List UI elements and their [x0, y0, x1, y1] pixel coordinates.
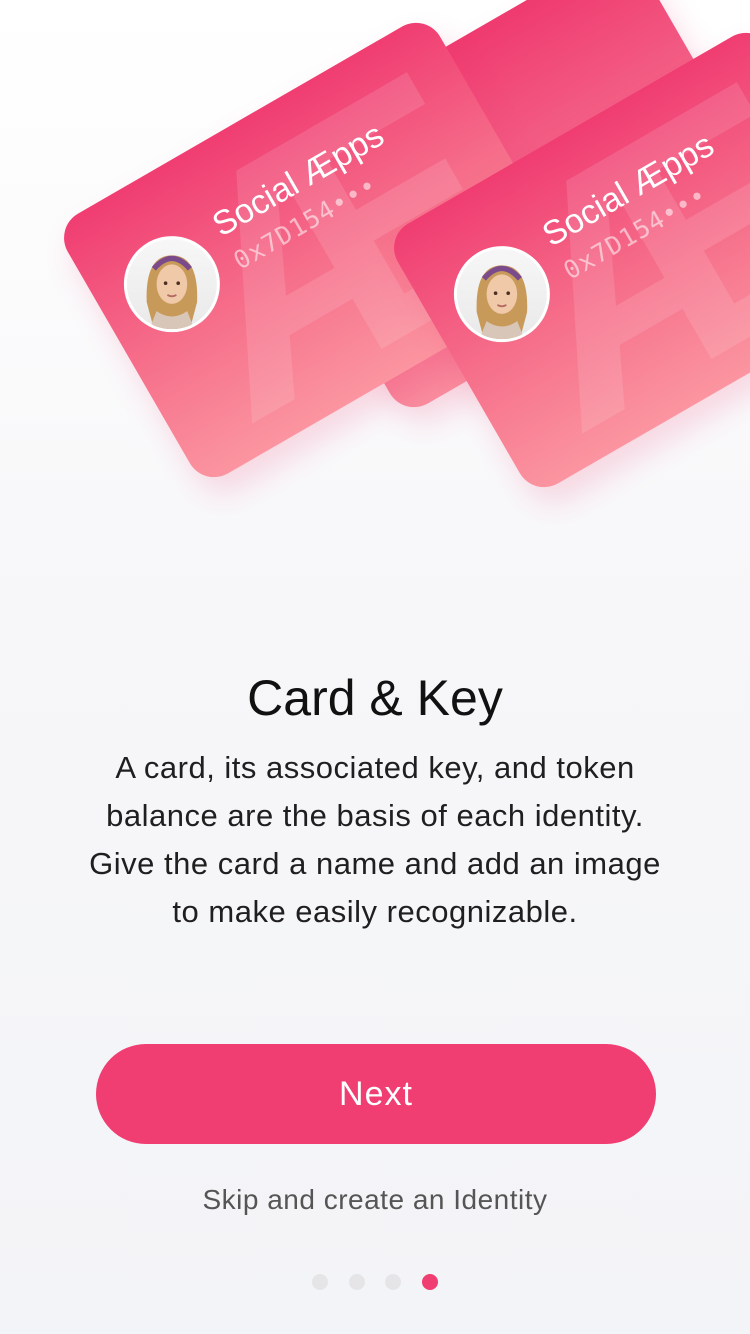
page-dot[interactable]	[385, 1274, 402, 1290]
page-title: Card & Key	[247, 670, 503, 726]
page-indicator	[312, 1274, 438, 1290]
skip-link[interactable]: Skip and create an Identity	[0, 1180, 750, 1220]
page-dot[interactable]	[312, 1274, 328, 1290]
page-description: A card, its associated key, and token ba…	[89, 750, 661, 929]
onboarding-content: Card & Key A card, its associated key, a…	[0, 0, 750, 1334]
next-button[interactable]: Next	[96, 1044, 656, 1144]
page-dot[interactable]	[348, 1274, 365, 1290]
page-dot-active[interactable]	[421, 1274, 438, 1290]
